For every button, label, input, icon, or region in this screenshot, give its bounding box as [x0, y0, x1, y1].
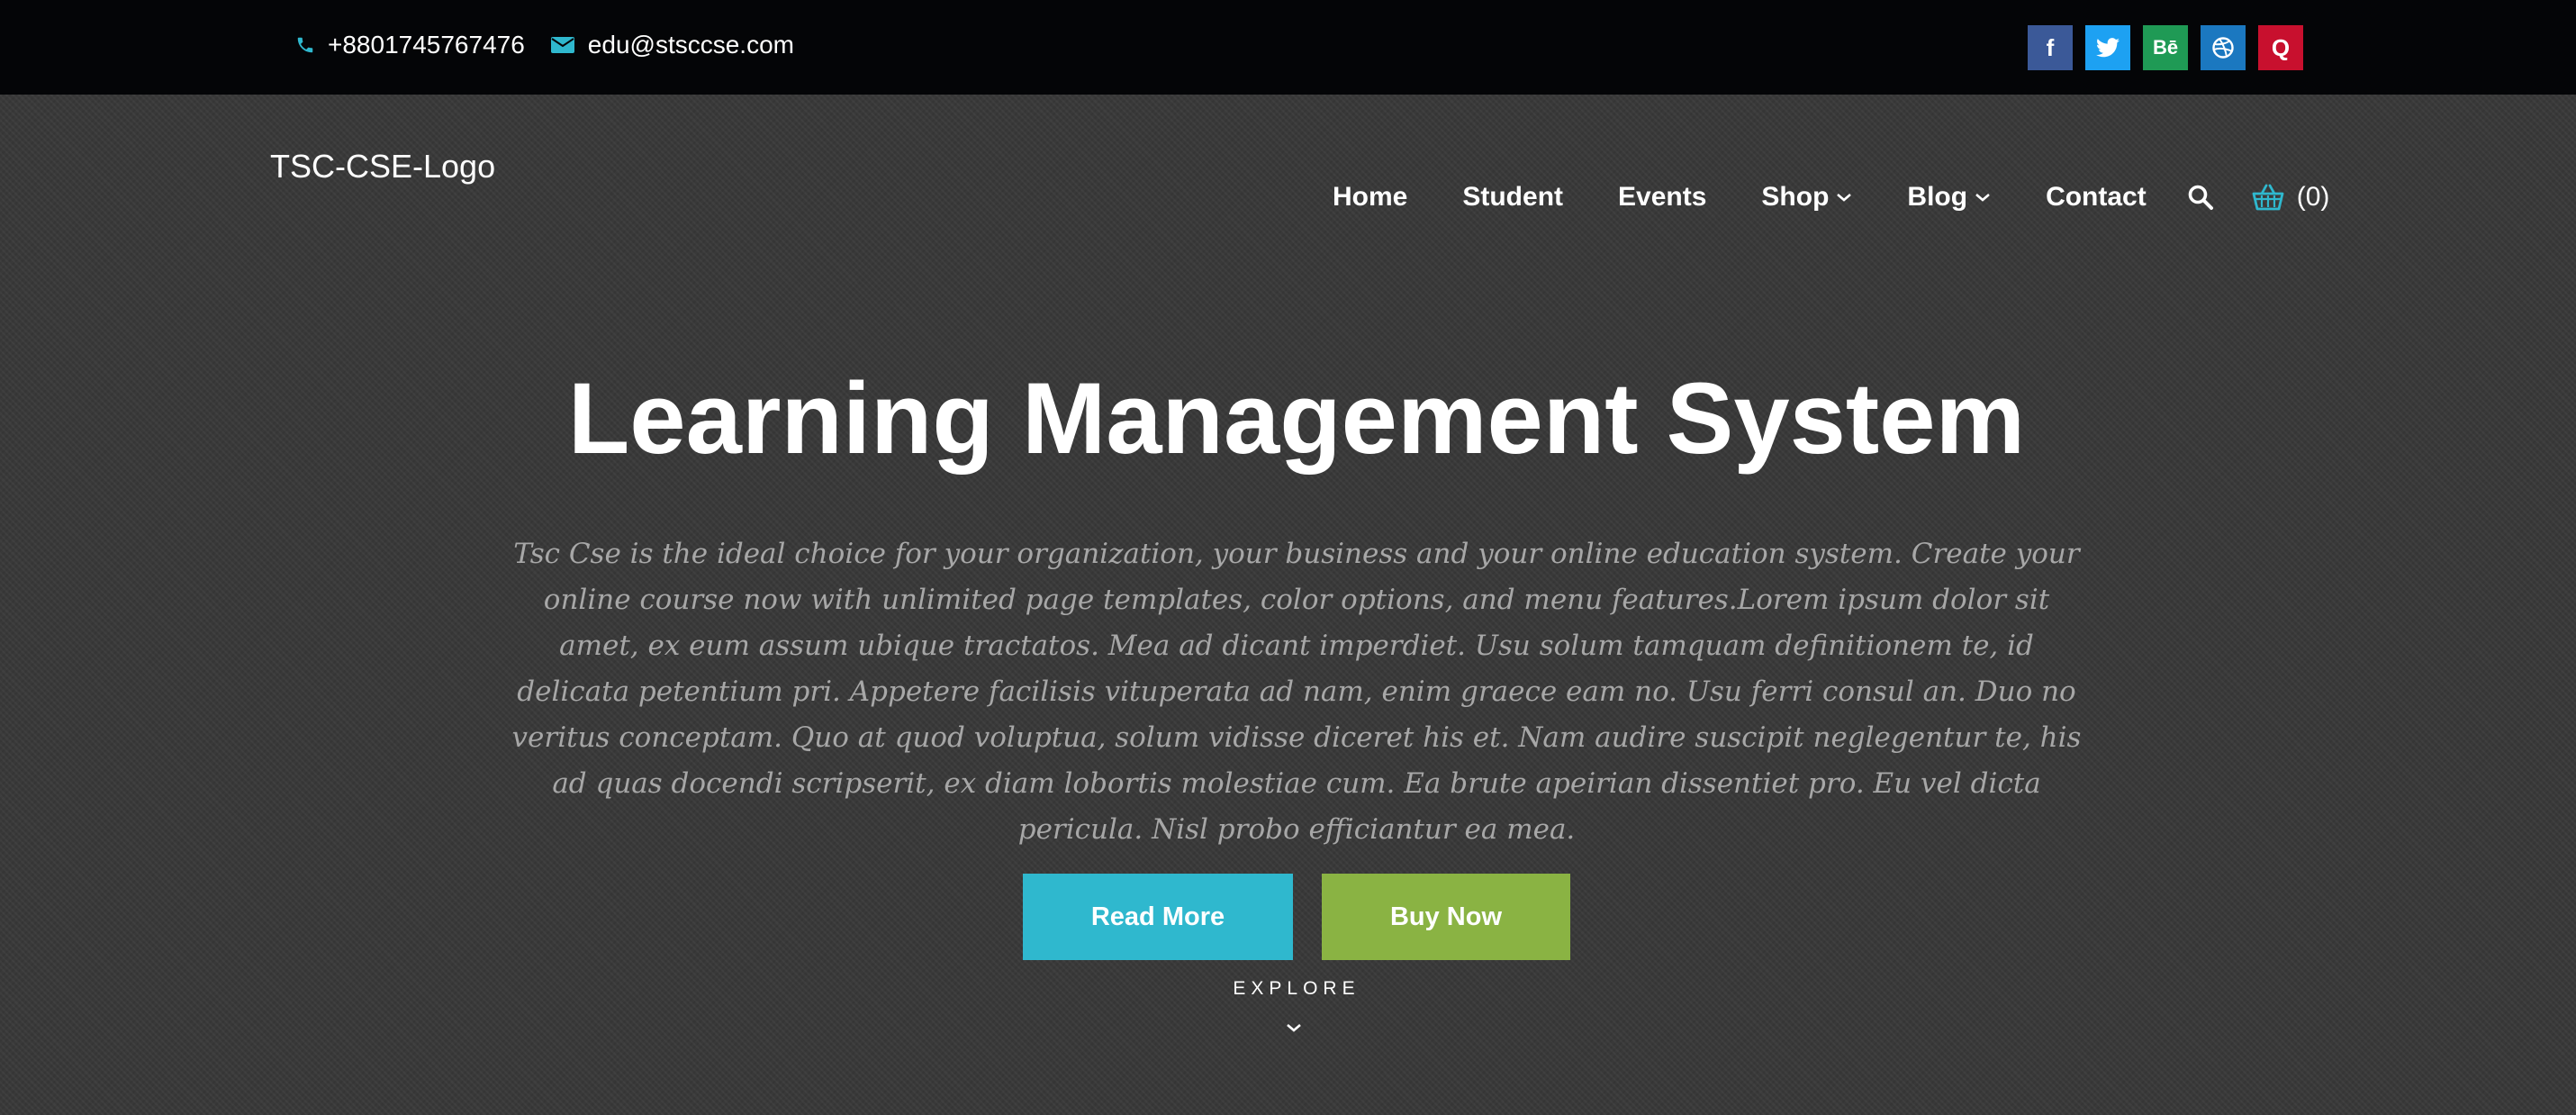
quora-icon[interactable]: Q [2258, 25, 2303, 70]
hero-title: Learning Management System [567, 362, 2026, 475]
search-icon [2188, 185, 2213, 210]
nav-item-student[interactable]: Student [1462, 182, 1563, 213]
nav-item-home[interactable]: Home [1333, 182, 1407, 213]
phone-icon [297, 37, 313, 53]
explore-chevron-down-icon[interactable] [1286, 1021, 1302, 1038]
hero-actions: Read More Buy Now [1023, 874, 1570, 960]
site-logo[interactable]: TSC-CSE-Logo [270, 148, 495, 186]
email-contact[interactable]: edu@stsccse.com [550, 31, 794, 59]
nav-label-events: Events [1618, 182, 1707, 212]
nav-item-blog[interactable]: Blog [1907, 182, 1991, 213]
nav-label-student: Student [1462, 182, 1564, 212]
top-bar: +8801745767476 edu@stsccse.com f Bē Q [0, 0, 2576, 95]
cart-button[interactable]: (0) [2252, 182, 2330, 213]
behance-icon[interactable]: Bē [2143, 25, 2188, 70]
cart-count: (0) [2296, 182, 2330, 212]
nav-item-events[interactable]: Events [1618, 182, 1706, 213]
hero-description: Tsc Cse is the ideal choice for your org… [511, 538, 2082, 846]
main-nav: Home Student Events Shop Blog Contact (0… [1333, 175, 2329, 220]
nav-item-shop[interactable]: Shop [1761, 182, 1852, 213]
phone-contact[interactable]: +8801745767476 [295, 31, 525, 59]
chevron-down-icon [1837, 194, 1852, 202]
explore-label[interactable]: EXPLORE [0, 978, 2576, 1000]
buy-now-button[interactable]: Buy Now [1322, 874, 1570, 960]
search-button[interactable] [2187, 184, 2214, 211]
nav-item-contact[interactable]: Contact [2046, 182, 2147, 213]
nav-label-shop: Shop [1761, 182, 1830, 212]
phone-number: +8801745767476 [328, 31, 525, 59]
envelope-icon [550, 37, 574, 53]
read-more-button[interactable]: Read More [1023, 874, 1293, 960]
social-links: f Bē Q [2028, 25, 2303, 70]
email-address: edu@stsccse.com [587, 31, 794, 59]
contact-info: +8801745767476 edu@stsccse.com [295, 0, 819, 90]
chevron-down-icon [1975, 194, 1990, 202]
twitter-icon[interactable] [2085, 25, 2130, 70]
nav-label-contact: Contact [2046, 182, 2147, 212]
nav-label-home: Home [1333, 182, 1408, 212]
dribbble-icon[interactable] [2201, 25, 2246, 70]
nav-label-blog: Blog [1907, 182, 1968, 212]
basket-icon [2252, 184, 2284, 211]
facebook-icon[interactable]: f [2028, 25, 2073, 70]
